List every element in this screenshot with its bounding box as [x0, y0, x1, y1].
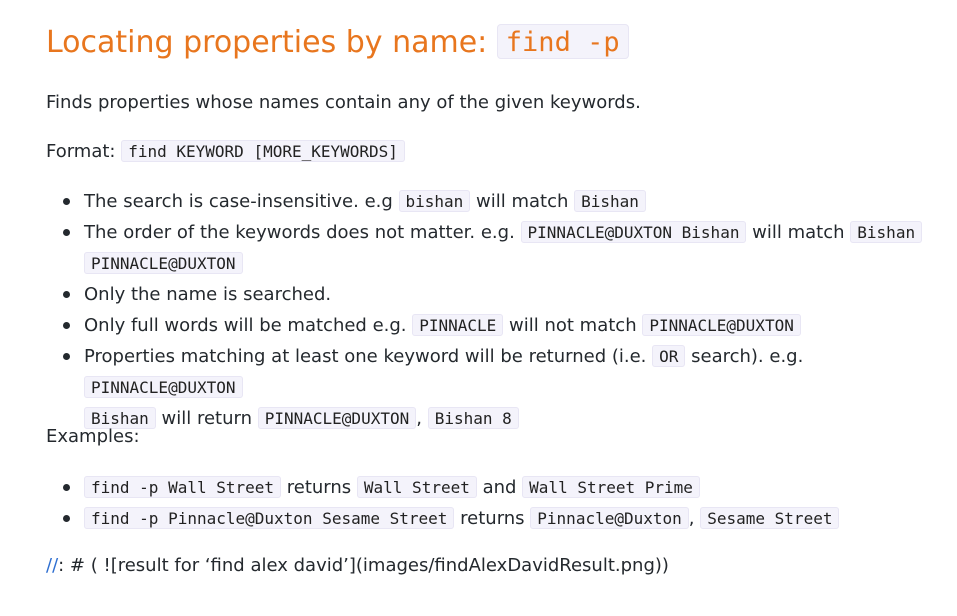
example-command-code: find -p Wall Street — [84, 476, 282, 498]
example-result-code: Sesame Street — [700, 507, 840, 529]
note-code: PINNACLE@DUXTON — [642, 314, 801, 336]
note-code: Bishan 8 — [427, 407, 519, 429]
example-text: , — [688, 508, 701, 529]
examples-label: Examples: — [46, 426, 140, 447]
note-text: Properties matching at least one keyword… — [84, 346, 653, 367]
example-result-code: Wall Street — [356, 476, 477, 498]
note-text: will return — [155, 408, 258, 429]
example-command-code: find -p Pinnacle@Duxton Sesame Street — [84, 507, 455, 529]
note-text: will match — [470, 191, 575, 212]
example-text: returns — [454, 508, 531, 529]
note-full-words: Only full words will be matched e.g. PIN… — [63, 310, 956, 341]
note-text: Only the name is searched. — [84, 284, 332, 305]
note-code: Bishan — [850, 221, 923, 243]
example-text: and — [476, 477, 523, 498]
example-pinnacle-sesame: find -p Pinnacle@Duxton Sesame Street re… — [63, 503, 956, 534]
image-reference-line: //: # ( ![result for ‘find alex david’](… — [46, 552, 669, 580]
example-text: returns — [281, 477, 357, 498]
documentation-page: Locating properties by name: find -p Fin… — [46, 0, 957, 616]
note-name-only: Only the name is searched. — [63, 279, 956, 310]
note-code: Bishan — [574, 190, 646, 212]
format-line: Format: find KEYWORD [MORE_KEYWORDS] — [46, 138, 405, 166]
note-text: will match — [746, 222, 851, 243]
usage-notes-list: The search is case-insensitive. e.g bish… — [46, 186, 956, 434]
command-description: Finds properties whose names contain any… — [46, 92, 641, 113]
note-text: The search is case-insensitive. e.g — [84, 191, 399, 212]
note-or-search: Properties matching at least one keyword… — [63, 341, 956, 434]
page-title-command-code: find -p — [496, 24, 629, 59]
comment-slashes-link[interactable]: // — [46, 555, 58, 576]
note-text: search). e.g. — [685, 346, 804, 367]
note-text: will not match — [503, 315, 643, 336]
example-wall-street: find -p Wall Street returns Wall Street … — [63, 472, 956, 503]
example-result-code: Pinnacle@Duxton — [530, 507, 689, 529]
note-case-insensitive: The search is case-insensitive. e.g bish… — [63, 186, 956, 217]
note-code: PINNACLE — [412, 314, 504, 336]
note-text: The order of the keywords does not matte… — [84, 222, 521, 243]
note-text: , — [416, 408, 428, 429]
note-text: Only full words will be matched e.g. — [84, 315, 413, 336]
page-title: Locating properties by name: find -p — [46, 22, 629, 64]
format-code: find KEYWORD [MORE_KEYWORDS] — [121, 140, 405, 162]
note-keyword-order: The order of the keywords does not matte… — [63, 217, 956, 279]
note-code: PINNACLE@DUXTON Bishan — [520, 221, 747, 243]
image-reference-text: : # ( ![result for ‘find alex david’](im… — [58, 555, 669, 576]
note-code: PINNACLE@DUXTON — [84, 252, 243, 274]
page-title-text: Locating properties by name: — [46, 25, 497, 60]
note-code: OR — [652, 345, 686, 367]
format-label: Format: — [46, 141, 122, 162]
note-code: PINNACLE@DUXTON — [84, 376, 243, 398]
example-result-code: Wall Street Prime — [522, 476, 700, 498]
examples-list: find -p Wall Street returns Wall Street … — [46, 472, 956, 534]
note-code: PINNACLE@DUXTON — [257, 407, 417, 429]
note-code: bishan — [398, 190, 471, 212]
